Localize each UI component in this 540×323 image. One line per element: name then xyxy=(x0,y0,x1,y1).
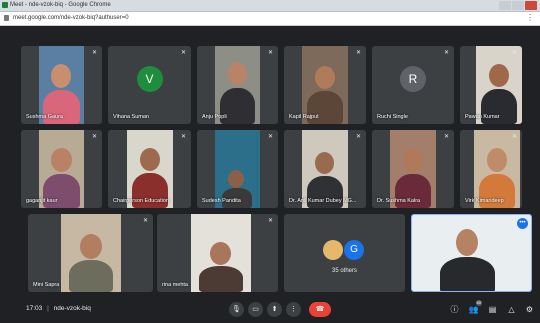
mic-off-icon: ✕ xyxy=(355,134,362,140)
mic-off-icon: ✕ xyxy=(511,50,518,56)
window-controls xyxy=(499,1,537,10)
participant-name: gaganjit kaur xyxy=(26,198,58,204)
meeting-controls-bar: 17:03 | nde-vzok-biq 🎙 ▭ ⬆ ⋮ ☎ ⓘ 👥 50 ▤ … xyxy=(0,296,540,323)
window-title: Meet - nde-vzok-biq - Google Chrome xyxy=(10,2,111,8)
info-icon[interactable]: ⓘ xyxy=(449,304,460,315)
participant-tile[interactable]: ✕ Virk Kimandeep xyxy=(460,130,522,208)
camera-icon[interactable]: ▭ xyxy=(248,302,263,317)
participant-tile[interactable]: ✕ Pawan Kumar xyxy=(460,46,522,124)
meeting-info: 17:03 | nde-vzok-biq xyxy=(26,305,91,312)
participant-video xyxy=(476,46,522,124)
mic-off-icon: ✕ xyxy=(443,50,450,56)
participant-video xyxy=(61,214,121,292)
participant-name: rina mehta xyxy=(162,282,188,288)
participant-avatar: V xyxy=(136,65,163,92)
participant-tile[interactable]: ✕ Dr. Sushma Kalra xyxy=(372,130,454,208)
maximize-button[interactable] xyxy=(512,1,524,10)
others-count-label: 35 others xyxy=(331,268,358,274)
mic-off-icon: ✕ xyxy=(511,134,518,140)
participant-tile[interactable]: ✕ Anju Popli xyxy=(197,46,278,124)
participant-video xyxy=(474,130,520,208)
activities-icon[interactable]: △ xyxy=(506,304,517,315)
participant-tile[interactable]: R ✕ Ruchi Single xyxy=(372,46,454,124)
meeting-time: 17:03 xyxy=(26,305,43,312)
participant-name: Chairperson Education xyxy=(113,198,169,204)
participant-name: Dr. Anil Kumar Dubey MG... xyxy=(289,198,357,204)
others-avatar-photo xyxy=(323,240,343,260)
others-avatar: G xyxy=(344,240,364,260)
participant-avatar: R xyxy=(400,65,426,92)
self-menu-icon[interactable]: ••• xyxy=(517,218,528,229)
participant-name: Virk Kimandeep xyxy=(465,198,504,204)
host-controls-icon[interactable]: ⚙ xyxy=(524,304,535,315)
participant-video xyxy=(191,214,251,292)
participant-video xyxy=(302,46,348,124)
participant-name: Pawan Kumar xyxy=(465,114,500,120)
participant-name: Mini Sapra xyxy=(33,282,60,288)
self-video xyxy=(412,215,531,291)
participant-tile[interactable]: ✕ Dr. Anil Kumar Dubey MG... xyxy=(284,130,366,208)
participant-tile[interactable]: ✕ Chairperson Education xyxy=(108,130,191,208)
mic-off-icon: ✕ xyxy=(91,50,98,56)
participant-video xyxy=(302,130,348,208)
separator: | xyxy=(47,305,49,312)
participant-name: Vihana Suman xyxy=(113,114,149,120)
participant-video xyxy=(127,130,173,208)
mic-off-icon: ✕ xyxy=(180,50,187,56)
more-options-icon[interactable]: ⋮ xyxy=(286,302,301,317)
participant-tile[interactable]: ✕ rina mehta xyxy=(157,214,278,292)
participant-video xyxy=(39,130,84,208)
mic-off-icon: ✕ xyxy=(355,50,362,56)
participant-name: Ruchi Single xyxy=(377,114,408,120)
others-tile[interactable]: G 35 others xyxy=(284,214,405,292)
address-bar[interactable]: meet.google.com/nde-vzok-biq?authuser=0 … xyxy=(0,12,540,26)
participant-name: Sushma Gaura xyxy=(26,114,63,120)
participant-video xyxy=(390,130,436,208)
participant-tile[interactable]: ✕ Sudesh Pandita xyxy=(197,130,278,208)
browser-menu-icon[interactable]: ⋮ xyxy=(526,13,534,23)
mic-icon[interactable]: 🎙 xyxy=(229,302,244,317)
mic-off-icon: ✕ xyxy=(180,134,187,140)
minimize-button[interactable] xyxy=(499,1,511,10)
chat-icon[interactable]: ▤ xyxy=(487,304,498,315)
participant-tile[interactable]: ✕ Sushma Gaura xyxy=(21,46,102,124)
mic-off-icon: ✕ xyxy=(267,134,274,140)
mic-off-icon: ✕ xyxy=(91,134,98,140)
meet-favicon-icon xyxy=(2,2,8,8)
people-icon[interactable]: 👥 50 xyxy=(468,300,482,315)
participant-tile[interactable]: ✕ Kapil Rajput xyxy=(284,46,366,124)
participant-video xyxy=(215,46,260,124)
mic-off-icon: ✕ xyxy=(267,218,274,224)
participant-grid: ✕ Sushma Gaura V ✕ Vihana Suman ✕ Anju P… xyxy=(0,26,540,296)
participant-name: Kapil Rajput xyxy=(289,114,319,120)
participant-name: Sudesh Pandita xyxy=(202,198,241,204)
participant-video xyxy=(39,46,84,124)
participant-name: Dr. Sushma Kalra xyxy=(377,198,421,204)
end-call-icon[interactable]: ☎ xyxy=(309,302,331,317)
participant-tile[interactable]: ✕ Mini Sapra xyxy=(28,214,153,292)
self-view-tile[interactable]: ••• xyxy=(411,214,532,292)
lock-icon xyxy=(4,15,9,21)
participant-video xyxy=(215,130,260,208)
mic-off-icon: ✕ xyxy=(142,218,149,224)
meeting-code: nde-vzok-biq xyxy=(53,305,91,312)
participant-name: Anju Popli xyxy=(202,114,227,120)
participant-tile[interactable]: ✕ gaganjit kaur xyxy=(21,130,102,208)
present-screen-icon[interactable]: ⬆ xyxy=(267,302,282,317)
mic-off-icon: ✕ xyxy=(267,50,274,56)
url-text[interactable]: meet.google.com/nde-vzok-biq?authuser=0 xyxy=(13,14,129,23)
close-window-button[interactable] xyxy=(525,1,537,10)
browser-title-bar: Meet - nde-vzok-biq - Google Chrome xyxy=(0,0,540,12)
participant-tile[interactable]: V ✕ Vihana Suman xyxy=(108,46,191,124)
mic-off-icon: ✕ xyxy=(443,134,450,140)
participant-count-badge: 50 xyxy=(475,300,482,306)
